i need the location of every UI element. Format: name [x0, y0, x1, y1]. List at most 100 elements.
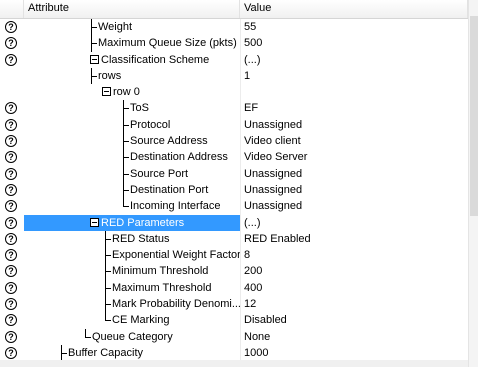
- help-icon[interactable]: ?: [5, 232, 17, 245]
- table-row[interactable]: ? Source Address Video client: [0, 133, 468, 150]
- attribute-label: Source Port: [130, 167, 189, 180]
- attribute-cell[interactable]: Exponential Weight Factor: [24, 247, 240, 264]
- value-cell[interactable]: 55: [240, 19, 468, 36]
- collapse-icon[interactable]: [102, 87, 111, 97]
- attribute-label: Destination Port: [130, 183, 209, 196]
- help-cell: ?: [0, 247, 24, 263]
- value-cell[interactable]: None: [240, 328, 468, 345]
- value-cell[interactable]: RED Enabled: [240, 230, 468, 248]
- vertical-scrollbar[interactable]: [468, 0, 478, 367]
- attribute-cell[interactable]: RED Status: [24, 230, 240, 248]
- help-icon[interactable]: ?: [5, 346, 17, 359]
- value-cell[interactable]: (...): [240, 51, 468, 68]
- table-row[interactable]: ? Minimum Threshold 200: [0, 263, 468, 280]
- attribute-cell[interactable]: Incoming Interface: [24, 198, 240, 214]
- attribute-cell[interactable]: ToS: [24, 100, 240, 117]
- attribute-cell[interactable]: rows: [24, 67, 240, 85]
- help-icon[interactable]: ?: [5, 330, 17, 343]
- table-row[interactable]: ? Source Port Unassigned: [0, 165, 468, 182]
- help-icon[interactable]: ?: [5, 167, 17, 180]
- attribute-cell[interactable]: row 0: [24, 84, 240, 100]
- value-cell[interactable]: Unassigned: [240, 181, 468, 199]
- help-icon[interactable]: ?: [5, 118, 17, 131]
- attribute-cell[interactable]: RED Parameters: [24, 214, 240, 231]
- table-row[interactable]: ? Queue Category None: [0, 328, 468, 345]
- attribute-label: row 0: [113, 86, 140, 99]
- value-cell[interactable]: 500: [240, 35, 468, 52]
- help-icon[interactable]: ?: [5, 216, 17, 229]
- attribute-cell[interactable]: Classification Scheme: [24, 52, 240, 68]
- tree-connector: [91, 43, 97, 45]
- help-icon[interactable]: ?: [5, 249, 17, 262]
- attribute-cell[interactable]: Maximum Queue Size (pkts): [24, 35, 240, 52]
- attribute-cell[interactable]: CE Marking: [24, 312, 240, 328]
- table-row[interactable]: ? Destination Port Unassigned: [0, 181, 468, 199]
- table-row[interactable]: ? Maximum Queue Size (pkts) 500: [0, 35, 468, 52]
- collapse-icon[interactable]: [90, 217, 99, 227]
- table-row[interactable]: ? Mark Probability Denomi... 12: [0, 296, 468, 313]
- tree-connector: [85, 336, 91, 338]
- table-row[interactable]: ? Exponential Weight Factor 8: [0, 247, 468, 264]
- value-cell[interactable]: (...): [240, 214, 468, 231]
- attribute-cell[interactable]: Buffer Capacity: [24, 344, 240, 362]
- attribute-cell[interactable]: Destination Port: [24, 181, 240, 199]
- value-cell[interactable]: Unassigned: [240, 198, 468, 215]
- help-icon[interactable]: ?: [5, 265, 17, 278]
- help-icon[interactable]: ?: [5, 37, 17, 50]
- value-cell[interactable]: [240, 84, 468, 101]
- table-row[interactable]: ? Buffer Capacity 1000: [0, 344, 468, 362]
- scrollbar-thumb[interactable]: [470, 16, 478, 216]
- attribute-cell[interactable]: Destination Address: [24, 149, 240, 166]
- value-cell[interactable]: Unassigned: [240, 165, 468, 182]
- table-row[interactable]: ? RED Parameters (...): [0, 214, 468, 231]
- table-row[interactable]: ? Destination Address Video Server: [0, 149, 468, 166]
- value-cell[interactable]: EF: [240, 100, 468, 117]
- help-icon[interactable]: ?: [5, 183, 17, 196]
- value-cell[interactable]: 1000: [240, 344, 468, 362]
- value-cell[interactable]: 12: [240, 296, 468, 313]
- help-icon[interactable]: ?: [5, 281, 17, 294]
- value-cell[interactable]: 8: [240, 247, 468, 264]
- tree-connector: [123, 206, 129, 208]
- value-cell[interactable]: 1: [240, 67, 468, 85]
- collapse-icon[interactable]: [90, 54, 99, 64]
- value-cell[interactable]: 200: [240, 263, 468, 280]
- table-row[interactable]: ? Maximum Threshold 400: [0, 279, 468, 297]
- table-row[interactable]: ? RED Status RED Enabled: [0, 230, 468, 248]
- table-row[interactable]: ? CE Marking Disabled: [0, 312, 468, 329]
- value-cell[interactable]: 400: [240, 279, 468, 297]
- table-row[interactable]: ? Classification Scheme (...): [0, 51, 468, 68]
- help-icon[interactable]: ?: [5, 21, 17, 33]
- help-icon[interactable]: ?: [5, 135, 17, 148]
- value-cell[interactable]: Unassigned: [240, 116, 468, 134]
- table-row[interactable]: row 0: [0, 84, 468, 101]
- table-row[interactable]: rows 1: [0, 67, 468, 85]
- value-cell[interactable]: Disabled: [240, 312, 468, 329]
- header-value[interactable]: Value: [240, 0, 468, 18]
- help-icon[interactable]: ?: [5, 151, 17, 164]
- table-row[interactable]: ? Protocol Unassigned: [0, 116, 468, 134]
- attribute-cell[interactable]: Minimum Threshold: [24, 263, 240, 280]
- attribute-cell[interactable]: Protocol: [24, 116, 240, 134]
- attribute-label: Source Address: [130, 135, 208, 148]
- help-icon[interactable]: ?: [5, 102, 17, 115]
- help-icon[interactable]: ?: [5, 314, 17, 327]
- header-attribute[interactable]: Attribute: [24, 0, 240, 18]
- tree-connector: [61, 352, 67, 354]
- value-cell[interactable]: Video Server: [240, 149, 468, 166]
- attribute-cell[interactable]: Weight: [24, 19, 240, 36]
- attribute-cell[interactable]: Mark Probability Denomi...: [24, 296, 240, 313]
- help-cell: ?: [0, 263, 24, 279]
- table-row[interactable]: ? Incoming Interface Unassigned: [0, 198, 468, 215]
- help-icon[interactable]: ?: [5, 298, 17, 311]
- horizontal-scrollbar[interactable]: [0, 360, 468, 367]
- value-cell[interactable]: Video client: [240, 133, 468, 150]
- help-icon[interactable]: ?: [5, 200, 17, 213]
- attribute-cell[interactable]: Source Address: [24, 133, 240, 150]
- help-icon[interactable]: ?: [5, 53, 17, 66]
- attribute-cell[interactable]: Queue Category: [24, 328, 240, 345]
- attribute-cell[interactable]: Maximum Threshold: [24, 279, 240, 297]
- attribute-cell[interactable]: Source Port: [24, 165, 240, 182]
- table-row[interactable]: ? ToS EF: [0, 100, 468, 117]
- table-row[interactable]: ? Weight 55: [0, 19, 468, 36]
